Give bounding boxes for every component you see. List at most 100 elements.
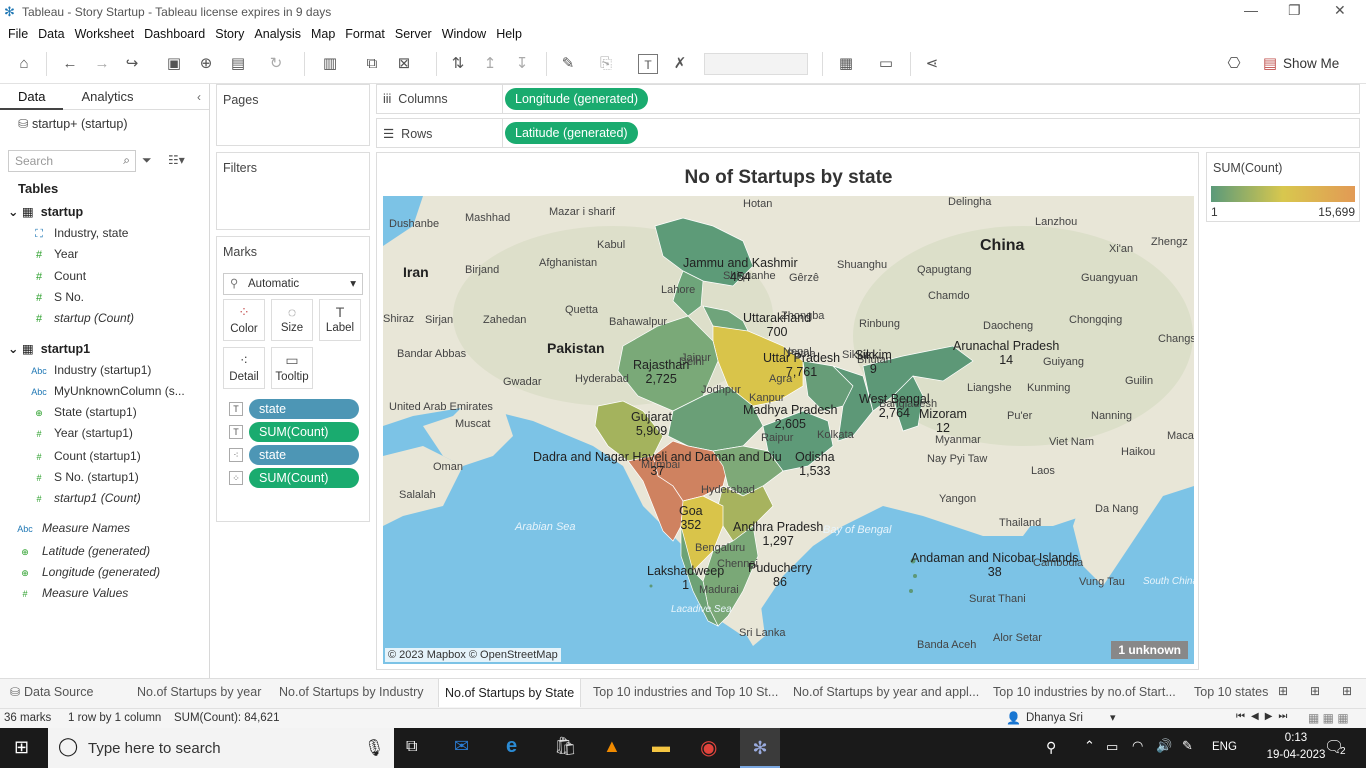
new-story-tab-icon[interactable]: ⊞ <box>1342 684 1352 698</box>
view-options-icon[interactable]: ☷▾ <box>168 153 185 167</box>
menu-story[interactable]: Story <box>215 27 244 41</box>
chevron-down-icon[interactable]: ▾ <box>1110 711 1116 724</box>
field-item[interactable]: # Year (startup1) <box>30 423 132 443</box>
replay-icon[interactable]: ↪ <box>122 54 142 74</box>
marks-label-button[interactable]: T Label <box>319 299 361 341</box>
sheet-tab[interactable]: No.of Startups by year and appl... <box>793 685 979 699</box>
field-item[interactable]: ⊕ Latitude (generated) <box>16 541 150 561</box>
sheet-tab[interactable]: Top 10 industries and Top 10 St... <box>593 685 778 699</box>
datasource-item[interactable]: ⛁ startup+ (startup) <box>18 116 127 131</box>
swap-icon[interactable]: ⇅ <box>448 54 468 74</box>
field-item[interactable]: Abc MyUnknownColumn (s... <box>30 381 184 401</box>
sheet-tab[interactable]: Top 10 states <box>1194 685 1268 699</box>
duplicate-sheet-icon[interactable]: ⧉ <box>362 54 382 74</box>
edge-app-icon[interactable]: e <box>506 735 517 758</box>
field-item[interactable]: Abc Industry (startup1) <box>30 360 151 380</box>
marks-tooltip-button[interactable]: ▭ Tooltip <box>271 347 313 389</box>
state-label[interactable]: Mizoram 12 <box>919 407 967 435</box>
state-label[interactable]: Uttar Pradesh 7,761 <box>763 351 840 379</box>
marks-pill[interactable]: state <box>249 445 359 465</box>
sheet-tab[interactable]: Top 10 industries by no.of Start... <box>993 685 1176 699</box>
restore-button[interactable]: ❐ <box>1288 2 1301 19</box>
state-label[interactable]: Sikkim 9 <box>855 348 892 376</box>
new-datasource-icon[interactable]: ⊕ <box>196 54 216 74</box>
undo-icon[interactable]: ← <box>60 54 80 74</box>
color-legend[interactable]: SUM(Count) 1 15,699 <box>1206 152 1360 222</box>
menu-analysis[interactable]: Analysis <box>254 27 301 41</box>
filters-card[interactable]: Filters <box>216 152 370 230</box>
sort-desc-icon[interactable]: ↧ <box>512 54 532 74</box>
mail-app-icon[interactable]: ✉ <box>454 736 469 757</box>
refresh-icon[interactable]: ↻ <box>266 54 286 74</box>
volume-icon[interactable]: 🔊 <box>1156 738 1172 754</box>
state-label[interactable]: Gujarat 5,909 <box>631 410 672 438</box>
state-label[interactable]: Dadra and Nagar Haveli and Daman and Diu… <box>533 450 782 478</box>
state-label[interactable]: Arunachal Pradesh 14 <box>953 339 1059 367</box>
marks-pill[interactable]: SUM(Count) <box>249 468 359 488</box>
sort-asc-icon[interactable]: ↥ <box>480 54 500 74</box>
marks-pill[interactable]: state <box>249 399 359 419</box>
state-label[interactable]: Goa 352 <box>679 504 703 532</box>
state-label[interactable]: Odisha 1,533 <box>795 450 835 478</box>
sheet-tab[interactable]: No.of Startups by State <box>438 679 582 707</box>
explorer-app-icon[interactable]: ▬ <box>652 736 670 757</box>
menu-server[interactable]: Server <box>395 27 432 41</box>
state-label[interactable]: Andaman and Nicobar Islands 38 <box>911 551 1078 579</box>
share-icon[interactable]: ⋖ <box>922 54 942 74</box>
state-label[interactable]: Andhra Pradesh 1,297 <box>733 520 823 548</box>
pause-updates-icon[interactable]: ▤ <box>228 54 248 74</box>
marks-color-button[interactable]: ⁘ Color <box>223 299 265 341</box>
marks-detail-button[interactable]: ⁖ Detail <box>223 347 265 389</box>
redo-icon[interactable]: → <box>92 54 112 74</box>
task-view-icon[interactable]: ⧉ <box>406 738 417 756</box>
field-item[interactable]: # S No. <box>30 287 84 307</box>
fix-axes-icon[interactable]: ✗ <box>670 54 690 74</box>
field-item[interactable]: # Measure Values <box>16 583 128 603</box>
columns-pill[interactable]: Longitude (generated) <box>505 88 649 110</box>
state-label[interactable]: Rajasthan 2,725 <box>633 358 689 386</box>
table-startup[interactable]: ⌄ ▦ startup <box>8 204 83 219</box>
wifi-icon[interactable]: ◠ <box>1132 738 1143 754</box>
map-attribution[interactable]: © 2023 Mapbox © OpenStreetMap <box>385 648 561 662</box>
new-worksheet-tab-icon[interactable]: ⊞ <box>1278 684 1288 698</box>
sheet-tab[interactable]: No.of Startups by year <box>137 685 261 699</box>
fit-dropdown[interactable] <box>704 53 808 75</box>
mark-type-select[interactable]: ⚲ Automatic ▾ <box>223 273 363 295</box>
field-item[interactable]: ⊕ State (startup1) <box>30 402 137 422</box>
new-worksheet-icon[interactable]: ▥ <box>320 54 340 74</box>
marks-pill[interactable]: SUM(Count) <box>249 422 359 442</box>
minimize-button[interactable]: — <box>1244 2 1258 18</box>
field-item[interactable]: Abc Measure Names <box>16 518 130 538</box>
tableau-app-icon[interactable]: ✻ <box>740 728 780 768</box>
windows-start-icon[interactable]: ⊞ <box>14 737 29 758</box>
sheet-tab[interactable]: No.of Startups by Industry <box>279 685 424 699</box>
state-label[interactable]: Jammu and Kashmir 454 <box>683 256 798 284</box>
map-view[interactable]: Dushanbe Hotan Delingha Lanzhou Mashhad Mazar… <box>383 196 1194 664</box>
vlc-app-icon[interactable]: ▲ <box>603 736 621 757</box>
card-icon[interactable]: ▦ <box>836 54 856 74</box>
pen-icon[interactable]: ✎ <box>1182 738 1193 754</box>
tray-chevron-icon[interactable]: ⌃ <box>1084 738 1095 754</box>
state-label[interactable]: Lakshadweep 1 <box>647 564 724 592</box>
field-item[interactable]: # startup (Count) <box>30 308 134 328</box>
field-item[interactable]: # S No. (startup1) <box>30 467 138 487</box>
clock-time[interactable]: 0:13 <box>1266 732 1326 744</box>
state-label[interactable]: Madhya Pradesh 2,605 <box>743 403 838 431</box>
filter-icon[interactable]: ⏷ <box>142 153 152 168</box>
field-item[interactable]: # startup1 (Count) <box>30 488 140 508</box>
language-indicator[interactable]: ENG <box>1212 741 1237 753</box>
tab-analytics[interactable]: Analytics <box>63 84 151 110</box>
home-icon[interactable]: ⌂ <box>14 54 34 74</box>
chrome-app-icon[interactable]: ◉ <box>700 735 717 760</box>
paint-brush-icon[interactable]: ⎔ <box>1224 54 1244 74</box>
sheet-nav-icons[interactable]: ⏮◀▶⏭ <box>1236 711 1293 722</box>
field-item[interactable]: ⛶ Industry, state <box>30 223 128 243</box>
rows-shelf[interactable]: ☰ Rows Latitude (generated) <box>376 118 1360 148</box>
new-dashboard-tab-icon[interactable]: ⊞ <box>1310 684 1320 698</box>
menu-dashboard[interactable]: Dashboard <box>144 27 205 41</box>
unknown-indicator[interactable]: 1 unknown <box>1111 641 1188 659</box>
clear-sheet-icon[interactable]: ⊠ <box>394 54 414 74</box>
show-me-button[interactable]: Show Me <box>1283 56 1339 71</box>
close-button[interactable]: ✕ <box>1334 2 1346 19</box>
sheet-sorter-icon[interactable]: ▦ ▦ ▦ <box>1308 711 1349 725</box>
